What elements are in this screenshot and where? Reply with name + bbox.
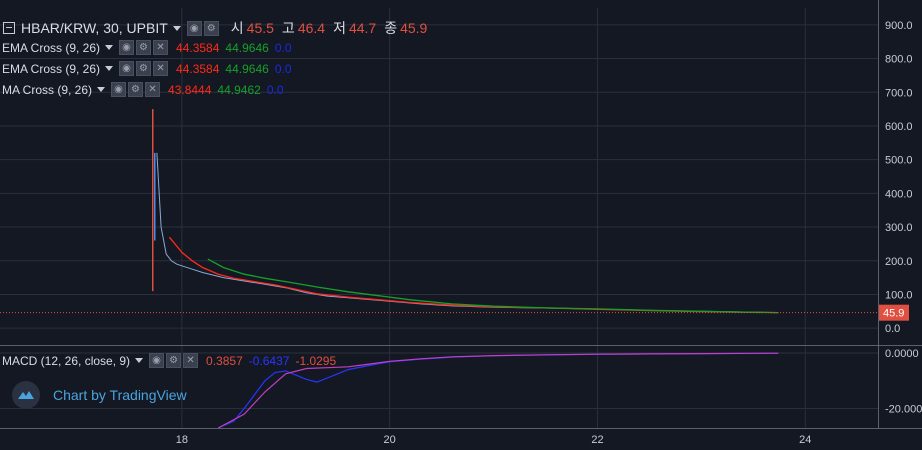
eye-icon[interactable]: ◉ — [119, 40, 135, 55]
indicator-slow-value: 44.9646 — [225, 40, 269, 55]
indicator-fast-value: 44.3584 — [176, 40, 220, 55]
tradingview-brand[interactable]: Chart by TradingView — [12, 381, 187, 409]
chevron-down-icon[interactable] — [97, 87, 106, 92]
y-tick-label: 300.0 — [885, 222, 913, 234]
indicator-fast-value: 44.3584 — [176, 61, 220, 76]
y-tick-label: 800.0 — [885, 54, 913, 66]
indicator-ema-cross-2: EMA Cross (9, 26) ◉ ⚙ ✕ 44.3584 44.9646 … — [0, 61, 292, 76]
indicator-cross-value: 0.0 — [274, 61, 292, 76]
y-tick-label: 600.0 — [885, 121, 913, 133]
y-tick-label: 0.0 — [885, 323, 900, 335]
tradingview-logo-icon — [12, 381, 40, 409]
open-label: 시 — [230, 20, 244, 36]
gear-icon[interactable]: ⚙ — [136, 61, 152, 76]
macd-signal-value: -1.0295 — [295, 353, 337, 368]
x-tick-label: 22 — [591, 434, 603, 446]
low-value: 44.7 — [348, 20, 377, 36]
gear-icon[interactable]: ⚙ — [136, 40, 152, 55]
open-value: 45.5 — [246, 20, 274, 36]
indicator-label[interactable]: MA Cross (9, 26) — [2, 83, 92, 97]
low-label: 저 — [333, 20, 346, 36]
indicator-cross-value: 0.0 — [266, 82, 284, 97]
macd-y-tick-label: 0.0000 — [885, 348, 919, 360]
close-value: 45.9 — [400, 20, 428, 36]
gear-icon[interactable]: ⚙ — [166, 353, 182, 368]
eye-icon[interactable]: ◉ — [111, 82, 127, 97]
symbol-title[interactable]: HBAR/KRW, 30, UPBIT — [21, 20, 168, 36]
high-label: 고 — [281, 20, 295, 36]
indicator-label[interactable]: EMA Cross (9, 26) — [2, 62, 100, 76]
eye-icon[interactable]: ◉ — [119, 61, 135, 76]
indicator-label[interactable]: EMA Cross (9, 26) — [2, 41, 100, 55]
close-icon[interactable]: ✕ — [145, 82, 161, 97]
macd-y-tick-label: -20.000 — [885, 404, 922, 416]
y-tick-label: 900.0 — [885, 20, 913, 32]
y-tick-label: 700.0 — [885, 87, 913, 99]
y-tick-label: 400.0 — [885, 188, 913, 200]
close-icon[interactable]: ✕ — [153, 61, 169, 76]
chevron-down-icon[interactable] — [172, 25, 181, 31]
x-tick-label: 24 — [799, 434, 811, 446]
x-tick-label: 18 — [176, 434, 188, 446]
chevron-down-icon[interactable] — [135, 358, 144, 363]
indicator-ema-cross-1: EMA Cross (9, 26) ◉ ⚙ ✕ 44.3584 44.9646 … — [0, 40, 292, 55]
y-tick-label: 200.0 — [885, 256, 913, 268]
collapse-icon[interactable] — [3, 22, 15, 34]
last-price-label: 45.9 — [883, 308, 904, 320]
close-icon[interactable]: ✕ — [183, 353, 199, 368]
indicator-slow-value: 44.9462 — [217, 82, 261, 97]
gear-icon[interactable]: ⚙ — [203, 20, 219, 36]
high-value: 46.4 — [297, 20, 326, 36]
symbol-header: HBAR/KRW, 30, UPBIT ◉ ⚙ 시 45.5 고 46.4 저 … — [0, 18, 427, 38]
indicator-slow-value: 44.9646 — [225, 61, 269, 76]
slow-ma-line — [207, 258, 779, 314]
fast-ma-line — [168, 236, 779, 314]
eye-icon[interactable]: ◉ — [186, 20, 202, 36]
indicator-macd: MACD (12, 26, close, 9) ◉ ⚙ ✕ 0.3857 -0.… — [0, 353, 336, 368]
macd-value: -0.6437 — [248, 353, 290, 368]
indicator-label[interactable]: MACD (12, 26, close, 9) — [2, 354, 130, 368]
x-tick-label: 20 — [384, 434, 396, 446]
indicator-fast-value: 43.8444 — [168, 82, 212, 97]
indicator-ma-cross: MA Cross (9, 26) ◉ ⚙ ✕ 43.8444 44.9462 0… — [0, 82, 284, 97]
close-label: 종 — [384, 20, 398, 36]
macd-histogram-value: 0.3857 — [206, 353, 243, 368]
chevron-down-icon[interactable] — [105, 66, 114, 71]
eye-icon[interactable]: ◉ — [149, 353, 165, 368]
y-tick-label: 100.0 — [885, 289, 913, 301]
brand-text: Chart by TradingView — [53, 387, 187, 403]
gear-icon[interactable]: ⚙ — [128, 82, 144, 97]
indicator-cross-value: 0.0 — [274, 40, 292, 55]
chevron-down-icon[interactable] — [105, 45, 114, 50]
y-tick-label: 500.0 — [885, 155, 913, 167]
price-line — [156, 152, 779, 314]
close-icon[interactable]: ✕ — [153, 40, 169, 55]
